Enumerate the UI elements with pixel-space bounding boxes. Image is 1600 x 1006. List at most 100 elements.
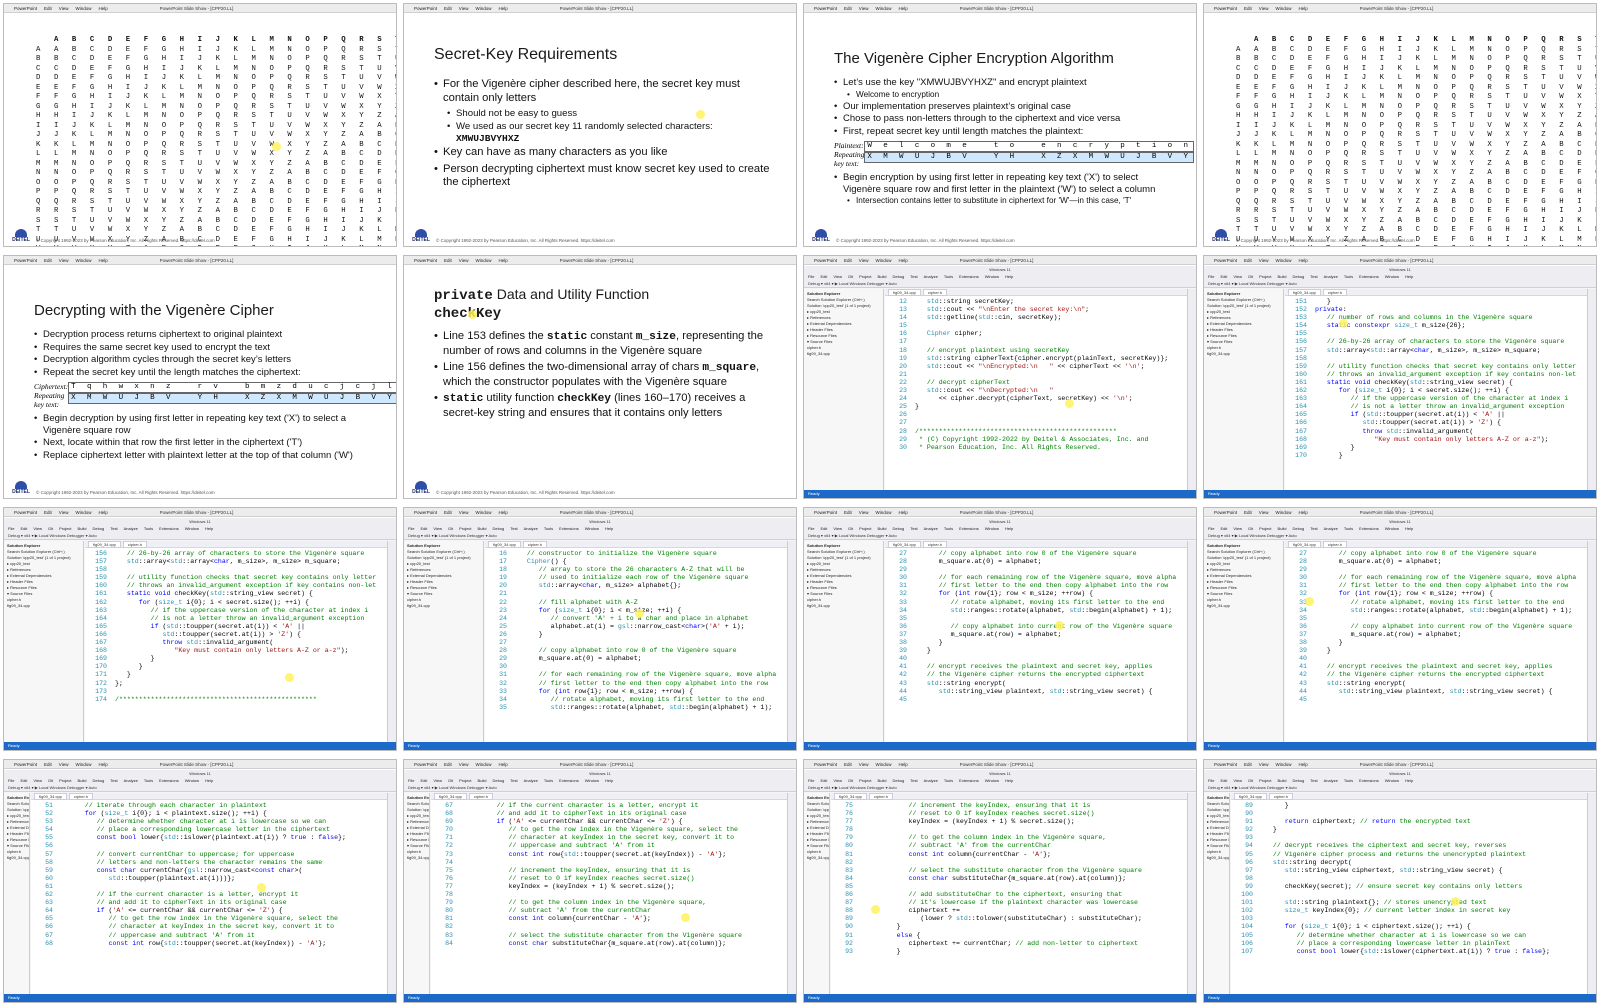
code-editor[interactable]: fig09_34.cpp cipher.h 156 // 26-by-26 arra…	[85, 541, 387, 742]
ide-menu-item[interactable]: Edit	[20, 526, 27, 531]
code-editor[interactable]: fig09_34.cpp cipher.h 16 // constructor to…	[485, 541, 787, 742]
ide-menu-item[interactable]: Project	[859, 526, 871, 531]
ide-menu-item[interactable]: File	[1208, 274, 1214, 279]
ide-menu-item[interactable]: Test	[510, 526, 517, 531]
editor-tab[interactable]: cipher.h	[922, 541, 947, 548]
ide-menu-item[interactable]: File	[8, 526, 14, 531]
ide-menu-item[interactable]: Analyze	[524, 526, 538, 531]
solution-item[interactable]: fig09_34.cpp	[1207, 351, 1280, 357]
ide-menu-item[interactable]: Debug	[892, 526, 904, 531]
ide-menu-item[interactable]: Extensions	[959, 778, 979, 783]
code-editor[interactable]: fig09_34.cpp cipher.h 27 // copy alphabet …	[885, 541, 1187, 742]
ide-menu-item[interactable]: Analyze	[924, 526, 938, 531]
ide-menu-item[interactable]: Help	[605, 778, 613, 783]
ide-menu-item[interactable]: Project	[859, 274, 871, 279]
ide-menu-item[interactable]: Tools	[944, 526, 953, 531]
ide-menu-item[interactable]: Debug	[492, 778, 504, 783]
ide-menu-item[interactable]: Edit	[420, 526, 427, 531]
ide-menu-item[interactable]: File	[1208, 526, 1214, 531]
editor-tab[interactable]: fig09_34.cpp	[88, 541, 121, 548]
ide-menu-item[interactable]: File	[408, 778, 414, 783]
ide-menu-item[interactable]: Tools	[944, 274, 953, 279]
thumb-ide-main[interactable]: PowerPoint Edit View Window Help PowerPoint S…	[803, 255, 1197, 499]
ide-menu-item[interactable]: File	[1208, 778, 1214, 783]
ide-menu-item[interactable]: Test	[110, 778, 117, 783]
ide-menu-item[interactable]: Extensions	[159, 526, 179, 531]
ide-menu-item[interactable]: Project	[459, 778, 471, 783]
ide-menu-item[interactable]: Git	[448, 526, 453, 531]
ide-menu-item[interactable]: Tools	[1344, 778, 1353, 783]
ide-menu-item[interactable]: Extensions	[1359, 778, 1379, 783]
ide-menu-item[interactable]: Window	[585, 778, 599, 783]
ide-menu-item[interactable]: Analyze	[124, 778, 138, 783]
solution-item[interactable]: fig09_34.cpp	[407, 855, 429, 861]
ide-menu-item[interactable]: Build	[1278, 778, 1287, 783]
editor-tab[interactable]: fig09_34.cpp	[1288, 289, 1321, 296]
ide-menu-item[interactable]: Git	[1248, 778, 1253, 783]
ide-menu-item[interactable]: Analyze	[524, 778, 538, 783]
ide-menu-item[interactable]: Edit	[1220, 778, 1227, 783]
ide-menu-item[interactable]: Project	[59, 526, 71, 531]
solution-item[interactable]: fig09_34.cpp	[1207, 603, 1280, 609]
editor-tab[interactable]: fig09_34.cpp	[888, 541, 921, 548]
ide-menu-item[interactable]: Edit	[1220, 526, 1227, 531]
ide-menu-item[interactable]: Git	[848, 274, 853, 279]
ide-menu-item[interactable]: Extensions	[1359, 526, 1379, 531]
ide-menu-item[interactable]: Debug	[92, 526, 104, 531]
ide-menu-item[interactable]: Build	[78, 778, 87, 783]
editor-tab[interactable]: cipher.h	[1322, 541, 1347, 548]
editor-tab[interactable]: fig09_34.cpp	[1234, 793, 1267, 800]
ide-menu-item[interactable]: Help	[205, 778, 213, 783]
ide-menu-item[interactable]: Help	[1005, 526, 1013, 531]
editor-tab[interactable]: cipher.h	[522, 541, 547, 548]
thumb-ide-constructor[interactable]: PowerPoint Edit View Window Help PowerPoint S…	[403, 507, 797, 751]
editor-tab[interactable]: cipher.h	[468, 793, 493, 800]
ide-menu-item[interactable]: Edit	[420, 778, 427, 783]
ide-menu-item[interactable]: Project	[1259, 526, 1271, 531]
ide-menu-item[interactable]: Help	[1405, 526, 1413, 531]
code-editor[interactable]: fig09_34.cpp cipher.h 12 std::string secre…	[885, 289, 1187, 490]
ide-menu-item[interactable]: Project	[59, 778, 71, 783]
ide-menu-item[interactable]: Build	[878, 526, 887, 531]
ide-menu-item[interactable]: Extensions	[559, 778, 579, 783]
ide-menu-item[interactable]: File	[408, 526, 414, 531]
ide-menu-item[interactable]: View	[1233, 778, 1242, 783]
ide-menu-item[interactable]: Debug	[492, 526, 504, 531]
thumb-ide-checkkey[interactable]: PowerPoint Edit View Window Help PowerPoint S…	[3, 507, 397, 751]
thumb-vigenere-square-highlight[interactable]: PowerPoint Edit View Window Help PowerPoint S…	[1203, 3, 1597, 247]
thumb-encryption-algorithm[interactable]: PowerPoint Edit View Window Help PowerPoint S…	[803, 3, 1197, 247]
ide-menu-item[interactable]: Window	[985, 526, 999, 531]
code-editor[interactable]: fig09_34.cpp cipher.h 89 } 90 91 return ciph…	[1231, 793, 1587, 994]
ide-menu-item[interactable]: View	[1233, 526, 1242, 531]
ide-menu-item[interactable]: Analyze	[124, 526, 138, 531]
ide-menu-item[interactable]: View	[33, 778, 42, 783]
ide-menu-item[interactable]: Tools	[944, 778, 953, 783]
ide-menu-item[interactable]: Build	[1278, 526, 1287, 531]
ide-menu-item[interactable]: Tools	[1344, 526, 1353, 531]
solution-item[interactable]: fig09_34.cpp	[7, 855, 29, 861]
ide-menu-item[interactable]: Edit	[20, 778, 27, 783]
editor-tab[interactable]: cipher.h	[1322, 289, 1347, 296]
ide-menu-item[interactable]: Git	[848, 526, 853, 531]
ide-menu-item[interactable]: Analyze	[1324, 778, 1338, 783]
ide-menu-item[interactable]: Help	[1405, 274, 1413, 279]
ide-menu-item[interactable]: Analyze	[1324, 526, 1338, 531]
editor-tab[interactable]: cipher.h	[1268, 793, 1293, 800]
ide-menu-item[interactable]: Help	[205, 526, 213, 531]
ide-menu-item[interactable]: Git	[848, 778, 853, 783]
ide-menu-item[interactable]: Edit	[820, 778, 827, 783]
solution-item[interactable]: fig09_34.cpp	[807, 855, 829, 861]
ide-menu-item[interactable]: Build	[478, 526, 487, 531]
ide-menu-item[interactable]: Help	[1005, 274, 1013, 279]
ide-menu-item[interactable]: Tools	[544, 526, 553, 531]
code-editor[interactable]: fig09_34.cpp cipher.h 151 } 152 private: 153 …	[1285, 289, 1587, 490]
ide-menu-item[interactable]: Test	[910, 274, 917, 279]
ide-menu-item[interactable]: File	[8, 778, 14, 783]
editor-tab[interactable]: cipher.h	[68, 793, 93, 800]
ide-menu-item[interactable]: View	[833, 526, 842, 531]
ide-menu-item[interactable]: Test	[510, 778, 517, 783]
ide-menu-item[interactable]: Test	[110, 526, 117, 531]
ide-menu-item[interactable]: View	[433, 526, 442, 531]
ide-menu-item[interactable]: Git	[48, 778, 53, 783]
thumb-ide-encrypt[interactable]: PowerPoint Edit View Window Help PowerPoint S…	[403, 759, 797, 1003]
